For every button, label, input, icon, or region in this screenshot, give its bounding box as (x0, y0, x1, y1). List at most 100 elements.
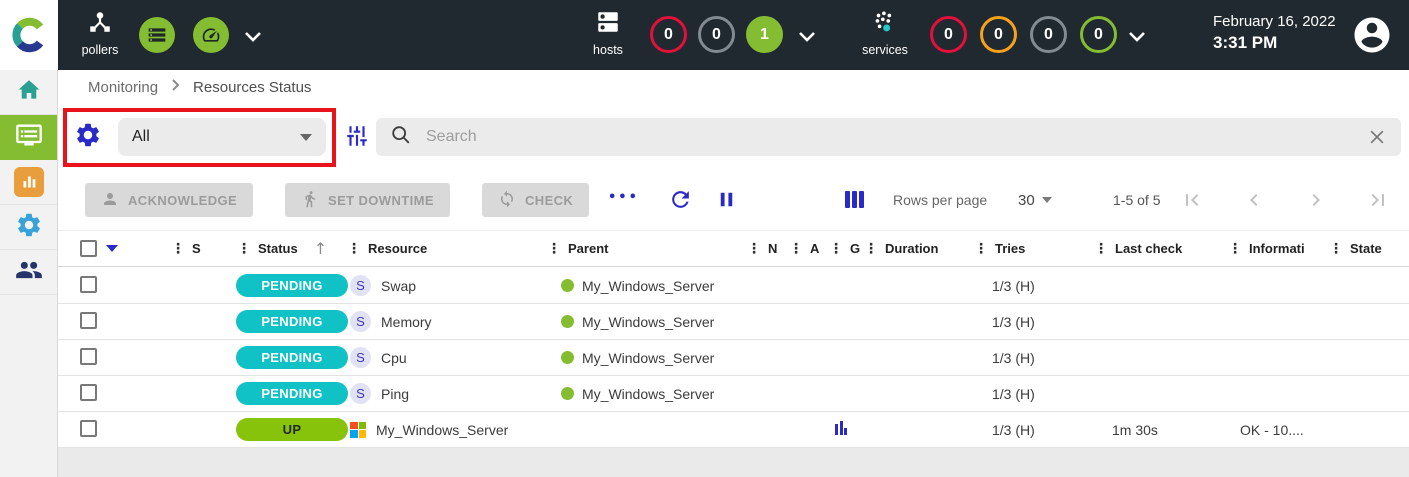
sidebar-item-home[interactable] (0, 70, 57, 115)
previous-page-icon[interactable] (1242, 188, 1266, 212)
parent-name: My_Windows_Server (582, 314, 714, 330)
services-ok-counter[interactable]: 0 (1080, 16, 1117, 53)
resource-cell[interactable]: SPing (347, 383, 547, 404)
dropdown-arrow-icon (1042, 197, 1052, 203)
row-checkbox[interactable] (80, 276, 97, 293)
column-header-notes[interactable]: ⋮N (747, 241, 789, 256)
pollers-menu[interactable]: pollers (70, 9, 130, 57)
status-badge: PENDING (236, 274, 348, 297)
drag-handle-icon[interactable]: ⋮ (789, 242, 803, 256)
breadcrumb-section[interactable]: Monitoring (88, 79, 158, 96)
rows-per-page-select[interactable]: 30 (1018, 170, 1052, 230)
host-up-dot-icon (561, 351, 574, 364)
drag-handle-icon[interactable]: ⋮ (347, 242, 361, 256)
edit-columns-icon[interactable] (845, 191, 864, 208)
table-row[interactable]: PENDING SCpu My_Windows_Server 1/3 (H) (58, 340, 1409, 376)
tries-cell: 1/3 (H) (974, 422, 1094, 438)
parent-cell[interactable]: My_Windows_Server (547, 386, 747, 402)
pollers-chevron-down-icon[interactable] (244, 29, 262, 47)
column-header-severity[interactable]: ⋮S (171, 241, 237, 256)
last-check-cell: 1m 30s (1094, 422, 1228, 438)
column-header-tries[interactable]: ⋮Tries (974, 241, 1094, 256)
column-header-resource[interactable]: ⋮Resource (347, 241, 547, 256)
column-header-parent[interactable]: ⋮Parent (547, 241, 747, 256)
centreon-logo-icon (11, 17, 47, 53)
filter-dropdown[interactable]: All (118, 118, 326, 156)
set-downtime-button[interactable]: SET DOWNTIME (285, 183, 450, 217)
host-up-dot-icon (561, 315, 574, 328)
table-row[interactable]: PENDING SMemory My_Windows_Server 1/3 (H… (58, 304, 1409, 340)
check-button[interactable]: CHECK (482, 183, 589, 217)
search-input[interactable] (426, 128, 1353, 146)
select-all-checkbox[interactable] (80, 240, 97, 257)
filter-settings-gear-icon[interactable] (74, 121, 102, 154)
column-header-information[interactable]: ⋮Informati (1228, 241, 1329, 256)
drag-handle-icon[interactable]: ⋮ (974, 242, 988, 256)
resource-cell[interactable]: SMemory (347, 311, 547, 332)
column-header-status[interactable]: ⋮Status↑ (237, 239, 347, 258)
table-row[interactable]: UP My_Windows_Server 1/3 (H) 1m 30s OK -… (58, 412, 1409, 448)
more-actions-button[interactable]: ••• (608, 190, 639, 205)
services-menu[interactable]: services (854, 9, 916, 57)
column-header-graph[interactable]: ⋮G (829, 241, 864, 256)
drag-handle-icon[interactable]: ⋮ (747, 242, 761, 256)
drag-handle-icon[interactable]: ⋮ (864, 242, 878, 256)
poller-latency-gauge-icon[interactable] (193, 17, 229, 53)
advanced-filters-tune-icon[interactable] (344, 123, 370, 154)
services-chevron-down-icon[interactable] (1128, 29, 1146, 47)
services-critical-counter[interactable]: 0 (930, 16, 967, 53)
poller-database-status-icon[interactable] (139, 17, 175, 53)
row-checkbox[interactable] (80, 348, 97, 365)
resource-cell[interactable]: My_Windows_Server (347, 422, 547, 438)
hosts-menu[interactable]: hosts (580, 9, 636, 57)
first-page-icon[interactable] (1180, 188, 1204, 212)
parent-cell[interactable]: My_Windows_Server (547, 350, 747, 366)
next-page-icon[interactable] (1304, 188, 1328, 212)
sidebar-item-monitoring[interactable] (0, 115, 57, 160)
row-checkbox[interactable] (80, 420, 97, 437)
column-header-last-check[interactable]: ⋮Last check (1094, 241, 1228, 256)
parent-cell[interactable]: My_Windows_Server (547, 278, 747, 294)
sidebar-item-configuration[interactable] (0, 205, 57, 250)
refresh-icon[interactable] (668, 187, 693, 212)
services-unknown-counter[interactable]: 0 (1030, 16, 1067, 53)
row-checkbox[interactable] (80, 312, 97, 329)
table-row[interactable]: PENDING SSwap My_Windows_Server 1/3 (H) (58, 268, 1409, 304)
clear-search-icon[interactable] (1367, 127, 1387, 147)
sort-ascending-icon[interactable]: ↑ (314, 239, 327, 258)
drag-handle-icon[interactable]: ⋮ (1228, 242, 1242, 256)
drag-handle-icon[interactable]: ⋮ (237, 242, 251, 256)
hosts-unreachable-counter[interactable]: 0 (698, 16, 735, 53)
user-avatar[interactable] (1351, 14, 1393, 56)
row-checkbox[interactable] (80, 384, 97, 401)
resource-cell[interactable]: SSwap (347, 275, 547, 296)
hosts-down-counter[interactable]: 0 (650, 16, 687, 53)
column-header-duration[interactable]: ⋮Duration (864, 241, 974, 256)
resource-cell[interactable]: SCpu (347, 347, 547, 368)
drag-handle-icon[interactable]: ⋮ (829, 242, 843, 256)
person-icon (101, 190, 119, 211)
column-header-state[interactable]: ⋮State (1329, 241, 1409, 256)
services-warning-counter[interactable]: 0 (980, 16, 1017, 53)
column-header-action[interactable]: ⋮A (789, 241, 829, 256)
acknowledge-button[interactable]: ACKNOWLEDGE (85, 183, 253, 217)
breadcrumb-page[interactable]: Resources Status (193, 79, 311, 96)
hosts-chevron-down-icon[interactable] (798, 29, 816, 47)
drag-handle-icon[interactable]: ⋮ (1094, 242, 1108, 256)
performance-graph-icon[interactable] (835, 421, 847, 435)
resource-name: Cpu (381, 350, 407, 366)
table-row[interactable]: PENDING SPing My_Windows_Server 1/3 (H) (58, 376, 1409, 412)
centreon-logo[interactable] (0, 0, 58, 70)
sidebar-item-reporting[interactable] (0, 160, 57, 205)
last-page-icon[interactable] (1366, 188, 1390, 212)
sidebar-item-administration[interactable] (0, 250, 57, 295)
pause-refresh-icon[interactable] (715, 188, 738, 211)
select-all-caret-icon[interactable] (106, 245, 118, 252)
hosts-up-counter[interactable]: 1 (746, 16, 783, 53)
parent-cell[interactable]: My_Windows_Server (547, 314, 747, 330)
hosts-icon (595, 9, 621, 40)
drag-handle-icon[interactable]: ⋮ (171, 242, 185, 256)
drag-handle-icon[interactable]: ⋮ (547, 242, 561, 256)
drag-handle-icon[interactable]: ⋮ (1329, 242, 1343, 256)
parent-name: My_Windows_Server (582, 386, 714, 402)
